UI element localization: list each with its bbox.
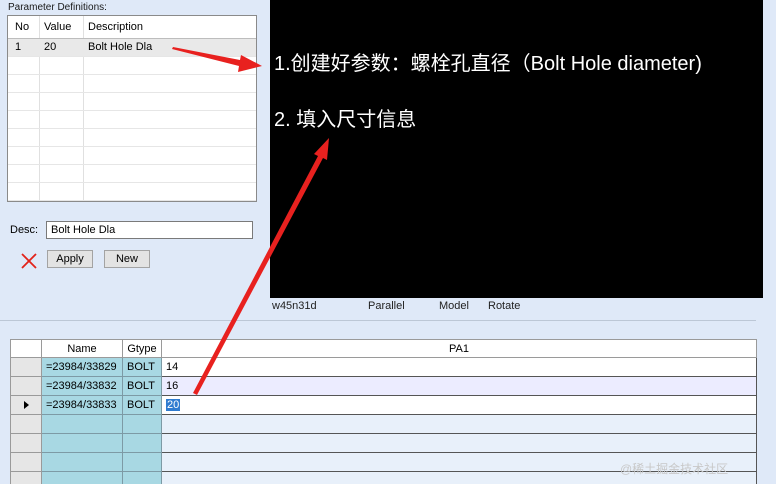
cell-gtype[interactable] [123, 415, 162, 434]
cell-name[interactable]: =23984/33829 [42, 358, 123, 377]
status-action[interactable]: Rotate [488, 300, 520, 312]
grid-header-gtype[interactable]: Gtype [123, 340, 162, 358]
cell-pa1[interactable] [162, 415, 757, 434]
row-value: 20 [44, 41, 57, 53]
annotation-step-1: 1.创建好参数：螺栓孔直径（Bolt Hole diameter) [274, 53, 702, 75]
empty-row [8, 183, 256, 201]
status-projection[interactable]: Parallel [368, 300, 405, 312]
empty-row [8, 57, 256, 75]
grid-header-name[interactable]: Name [42, 340, 123, 358]
status-mode[interactable]: Model [439, 300, 469, 312]
empty-row [8, 147, 256, 165]
cell-gtype[interactable] [123, 453, 162, 472]
status-model-name: w45n31d [272, 300, 317, 312]
row-header[interactable] [11, 358, 42, 377]
model-preview-viewport[interactable] [270, 0, 763, 298]
cell-gtype[interactable]: BOLT [123, 358, 162, 377]
empty-row [8, 75, 256, 93]
row-description: Bolt Hole Dla [88, 41, 153, 53]
current-row-icon [24, 401, 29, 409]
table-header: No Value Description [8, 16, 256, 39]
table-row[interactable]: 1 20 Bolt Hole Dla [8, 39, 256, 57]
cell-pa1[interactable]: 16 [162, 377, 757, 396]
row-no: 1 [15, 41, 22, 53]
grid-corner [11, 340, 42, 358]
parameter-definitions-table[interactable]: No Value Description 1 20 Bolt Hole Dla [7, 15, 257, 202]
header-value: Value [44, 21, 72, 33]
cell-gtype[interactable] [123, 434, 162, 453]
cell-pa1[interactable] [162, 434, 757, 453]
row-header[interactable] [11, 472, 42, 484]
row-header[interactable] [11, 453, 42, 472]
panel-divider [0, 320, 756, 321]
cell-pa1-editing[interactable]: 20 [162, 396, 757, 415]
empty-row [8, 165, 256, 183]
empty-row [8, 111, 256, 129]
row-header[interactable] [11, 377, 42, 396]
row-header[interactable] [11, 415, 42, 434]
row-header[interactable] [11, 434, 42, 453]
cell-gtype[interactable]: BOLT [123, 396, 162, 415]
cell-name[interactable] [42, 434, 123, 453]
watermark: @稀土掘金技术社区 [620, 462, 729, 476]
cell-name[interactable] [42, 453, 123, 472]
cell-name[interactable] [42, 415, 123, 434]
cell-pa1[interactable]: 14 [162, 358, 757, 377]
header-no: No [15, 21, 30, 33]
delete-icon[interactable] [20, 252, 38, 270]
apply-button[interactable]: Apply [47, 250, 93, 268]
row-header-current[interactable] [11, 396, 42, 415]
cell-pa1-selected-text[interactable]: 20 [166, 399, 181, 411]
annotation-step-2: 2. 填入尺寸信息 [274, 109, 417, 131]
new-button[interactable]: New [104, 250, 150, 268]
header-description: Description [88, 21, 144, 33]
cell-name[interactable]: =23984/33832 [42, 377, 123, 396]
parameter-definitions-title: Parameter Definitions: [8, 2, 107, 13]
grid-header-pa1[interactable]: PA1 [162, 340, 757, 358]
desc-input[interactable] [46, 221, 253, 239]
cell-gtype[interactable] [123, 472, 162, 484]
empty-row [8, 129, 256, 147]
cell-name[interactable] [42, 472, 123, 484]
cell-name[interactable]: =23984/33833 [42, 396, 123, 415]
desc-label: Desc: [10, 224, 39, 236]
empty-row [8, 93, 256, 111]
cell-gtype[interactable]: BOLT [123, 377, 162, 396]
